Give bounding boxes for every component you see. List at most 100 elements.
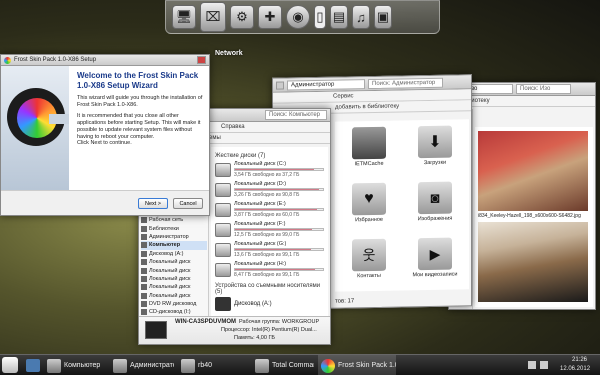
drive-item[interactable]: Локальный диск (D:) 3,26 ГБ свободно из 9…: [215, 181, 324, 198]
folder-item[interactable]: ◙ Изображения: [405, 181, 465, 232]
drive-icon: [215, 242, 231, 257]
video-icon: ▶: [418, 237, 452, 271]
sidebar-item[interactable]: Локальный диск: [141, 258, 207, 266]
clock-date[interactable]: 12.06.2012: [560, 366, 590, 372]
drive-icon: [141, 267, 147, 274]
taskbar-item[interactable]: Администратор: [110, 355, 174, 375]
taskbar: КомпьютерАдминистраторrb40Total Commande…: [0, 354, 600, 375]
sidebar-item[interactable]: Локальный диск: [141, 266, 207, 274]
folder-icon: [181, 358, 195, 373]
drive-icon: [215, 262, 231, 277]
folder-item[interactable]: 웃 Контакты: [339, 238, 399, 290]
drive-icon: [141, 284, 147, 291]
setup-wizard-window[interactable]: Frost Skin Pack 1.0-X86 Setup Welcome to…: [0, 54, 210, 216]
folder-item[interactable]: IETMCache: [339, 126, 399, 178]
folder-item[interactable]: ♥ Избранное: [339, 182, 399, 234]
taskbar-item[interactable]: Компьютер: [44, 355, 106, 375]
quicklaunch-icon[interactable]: [26, 359, 40, 372]
drive-name: Локальный диск (F:): [234, 221, 286, 227]
folder-icon: [352, 126, 386, 160]
sidebar-item[interactable]: Библиотеки: [141, 224, 207, 232]
items-grid: IETMCache ⬇ Загрузки ♥ Избранное ◙ Изображе…: [335, 119, 469, 292]
drive-icon: [141, 292, 147, 299]
image-grid: i834_Keeley-Hazell_198_s600x600-S6482.jp…: [475, 127, 593, 307]
network-icon: [141, 217, 147, 224]
sidebar-item[interactable]: Локальный диск: [141, 292, 207, 300]
tray: 21:26 12.06.2012: [522, 355, 600, 375]
documents-icon[interactable]: ▤: [330, 5, 348, 29]
wizard-heading: Welcome to the Frost Skin Pack 1.0-X86 S…: [77, 71, 199, 90]
drive-free-space: 3,87 ГБ свободно из 60,0 ГБ: [234, 212, 300, 218]
network-icon[interactable]: [528, 361, 536, 369]
folder-item[interactable]: ⬇ Загрузки: [405, 125, 465, 176]
wizard-text-3: Click Next to continue.: [77, 140, 132, 146]
drive-icon: [141, 275, 147, 282]
drive-item[interactable]: Локальный диск (E:) 3,87 ГБ свободно из 6…: [215, 201, 324, 218]
drives-list: Локальный диск (C:) 3,54 ГБ свободно из 3…: [215, 161, 324, 278]
drive-free-space: 3,54 ГБ свободно из 37,2 ГБ: [234, 172, 300, 178]
next-button[interactable]: Next >: [138, 198, 168, 209]
music-icon[interactable]: ♫: [352, 5, 370, 29]
drive-item[interactable]: Локальный диск (H:) 8,47 ГБ свободно из 9…: [215, 261, 324, 278]
media-player-icon[interactable]: ◉: [286, 5, 310, 29]
setup-icon: [4, 56, 11, 64]
drive-item[interactable]: Локальный диск (F:) 12,5 ГБ свободно из 9…: [215, 221, 324, 238]
drive-item[interactable]: Локальный диск (G:) 13,6 ГБ свободно из 9…: [215, 241, 324, 258]
thumbnail-image[interactable]: [478, 131, 588, 211]
floppy-icon: [215, 297, 231, 311]
folder-icon: [113, 358, 127, 373]
clock-time[interactable]: 21:26: [572, 357, 587, 363]
cd-icon: [141, 309, 147, 316]
sidebar-item[interactable]: Локальный диск: [141, 275, 207, 283]
drive-name: Локальный диск (E:): [234, 201, 286, 207]
volume-icon[interactable]: [540, 361, 548, 369]
floppy-icon: [141, 250, 147, 257]
drive-item[interactable]: Локальный диск (C:) 3,54 ГБ свободно из 3…: [215, 161, 324, 178]
cancel-button[interactable]: Cancel: [173, 198, 203, 209]
setup-icon: [321, 358, 335, 373]
sidebar-item[interactable]: Администратор: [141, 233, 207, 241]
drive-usage-bar: [234, 208, 324, 211]
taskbar-item[interactable]: Total Commander ...: [252, 355, 314, 375]
address-bar[interactable]: Администратор: [287, 78, 365, 90]
folder-item[interactable]: ▶ Мои видеозаписи: [405, 237, 465, 288]
gamepad-icon[interactable]: ✚: [258, 5, 282, 29]
wizard-footer: Next > Cancel: [1, 190, 209, 215]
drive-usage-bar: [234, 228, 324, 231]
pictures-icon[interactable]: ▣: [374, 5, 392, 29]
start-button[interactable]: [2, 357, 18, 373]
sidebar-item[interactable]: Локальный диск: [141, 283, 207, 291]
wizard-side-image: [1, 66, 69, 190]
taskbar-item[interactable]: Frost Skin Pack 1.0...: [318, 355, 396, 375]
sidebar-item[interactable]: Дисковод (A:): [141, 250, 207, 258]
drive-usage-bar: [234, 168, 324, 171]
drive-icon: [215, 162, 231, 177]
user-icon: [141, 233, 147, 240]
search-input[interactable]: Поиск: Изо: [516, 84, 571, 94]
sidebar-item[interactable]: DVD RW дисковод: [141, 300, 207, 308]
network-icon[interactable]: ⌧: [200, 2, 226, 32]
thumbnail-image[interactable]: [478, 222, 588, 302]
top-dock: 🖥 ⌧ ⚙ ✚ ◉ ▯ ▤ ♫ ▣: [165, 0, 440, 34]
search-input[interactable]: Поиск: Компьютер: [265, 110, 327, 120]
camera-icon: ◙: [418, 181, 452, 215]
sidebar-item[interactable]: Рабочая сеть: [141, 216, 207, 224]
monitor-icon[interactable]: 🖥: [172, 5, 196, 29]
drive-item[interactable]: Дисковод (A:): [215, 297, 324, 311]
wizard-text-2: It is recommended that you close all oth…: [77, 113, 201, 140]
search-input[interactable]: Поиск: Администратор: [368, 77, 443, 89]
window-title: Frost Skin Pack 1.0-X86 Setup: [14, 57, 97, 63]
contacts-icon: 웃: [352, 238, 386, 272]
drive-usage-bar: [234, 268, 324, 271]
taskbar-item[interactable]: rb40: [178, 355, 248, 375]
control-panel-icon[interactable]: ⚙: [230, 5, 254, 29]
sidebar-item[interactable]: Компьютер: [141, 241, 207, 250]
close-button[interactable]: [197, 56, 206, 64]
drive-icon: [215, 202, 231, 217]
status-bar: тов: 17: [335, 298, 355, 305]
computer-icon: [47, 358, 61, 373]
removable-header: Устройства со съемными носителями (5): [215, 283, 321, 295]
notes-icon[interactable]: ▯: [314, 5, 326, 29]
drive-name: Локальный диск (G:): [234, 241, 287, 247]
total-commander-icon: [255, 358, 269, 373]
